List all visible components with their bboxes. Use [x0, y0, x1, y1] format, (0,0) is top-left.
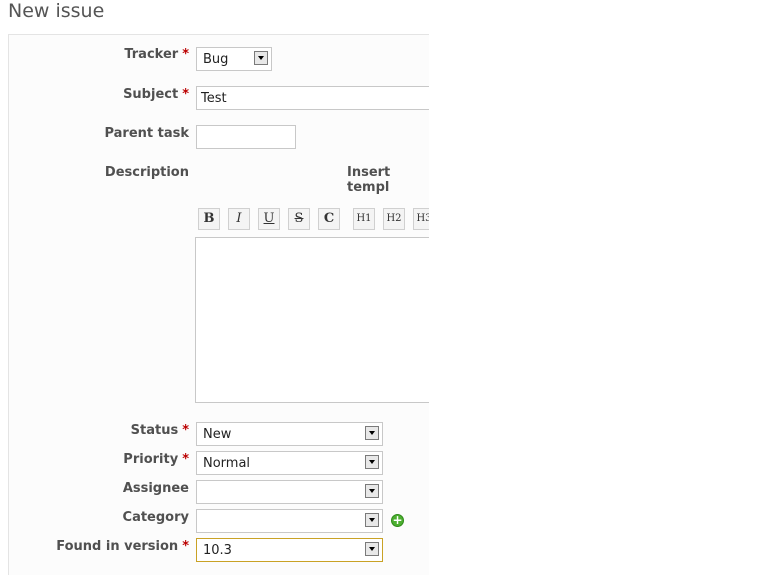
heading1-button[interactable]: H1	[353, 208, 375, 230]
found-in-version-select[interactable]: 10.3	[196, 538, 383, 562]
priority-label: Priority *	[123, 452, 189, 467]
heading2-button[interactable]: H2	[383, 208, 405, 230]
subject-value: Test	[201, 91, 227, 106]
code-button[interactable]: C	[318, 208, 340, 230]
description-textarea[interactable]	[195, 237, 429, 403]
underline-button[interactable]: U	[258, 208, 280, 230]
chevron-down-icon[interactable]	[365, 455, 379, 469]
parent-task-label: Parent task	[104, 126, 189, 141]
issue-form: Tracker * Bug Subject * Test Parent task D…	[8, 34, 429, 575]
strikethrough-button[interactable]: S	[288, 208, 310, 230]
chevron-down-icon[interactable]	[254, 51, 268, 65]
chevron-down-icon[interactable]	[365, 484, 379, 498]
description-label: Description	[104, 165, 189, 180]
found-in-version-value: 10.3	[203, 543, 232, 558]
found-in-version-label: Found in version *	[56, 539, 189, 554]
subject-input[interactable]: Test	[196, 86, 429, 110]
tracker-select[interactable]: Bug	[196, 47, 272, 71]
status-value: New	[203, 427, 232, 442]
page-title: New issue	[8, 0, 105, 22]
chevron-down-icon[interactable]	[365, 426, 379, 440]
status-select[interactable]: New	[196, 422, 383, 446]
bold-button[interactable]: B	[198, 208, 220, 230]
required-marker: *	[182, 87, 189, 102]
required-marker: *	[182, 539, 189, 554]
priority-select[interactable]: Normal	[196, 451, 383, 475]
insert-template-link[interactable]: Insert templ	[347, 165, 429, 195]
heading3-button[interactable]: H3	[413, 208, 429, 230]
assignee-select[interactable]	[196, 480, 383, 504]
status-label: Status *	[130, 423, 189, 438]
italic-button[interactable]: I	[228, 208, 250, 230]
category-select[interactable]	[196, 509, 383, 533]
assignee-label: Assignee	[122, 481, 189, 496]
parent-task-input[interactable]	[196, 125, 296, 149]
add-category-icon[interactable]: +	[391, 514, 404, 527]
chevron-down-icon[interactable]	[365, 542, 379, 556]
category-label: Category	[122, 510, 189, 525]
required-marker: *	[182, 47, 189, 62]
required-marker: *	[182, 452, 189, 467]
chevron-down-icon[interactable]	[365, 513, 379, 527]
subject-label: Subject *	[123, 87, 189, 102]
priority-value: Normal	[203, 456, 251, 471]
tracker-label: Tracker *	[124, 47, 189, 62]
required-marker: *	[182, 423, 189, 438]
tracker-value: Bug	[203, 52, 229, 67]
